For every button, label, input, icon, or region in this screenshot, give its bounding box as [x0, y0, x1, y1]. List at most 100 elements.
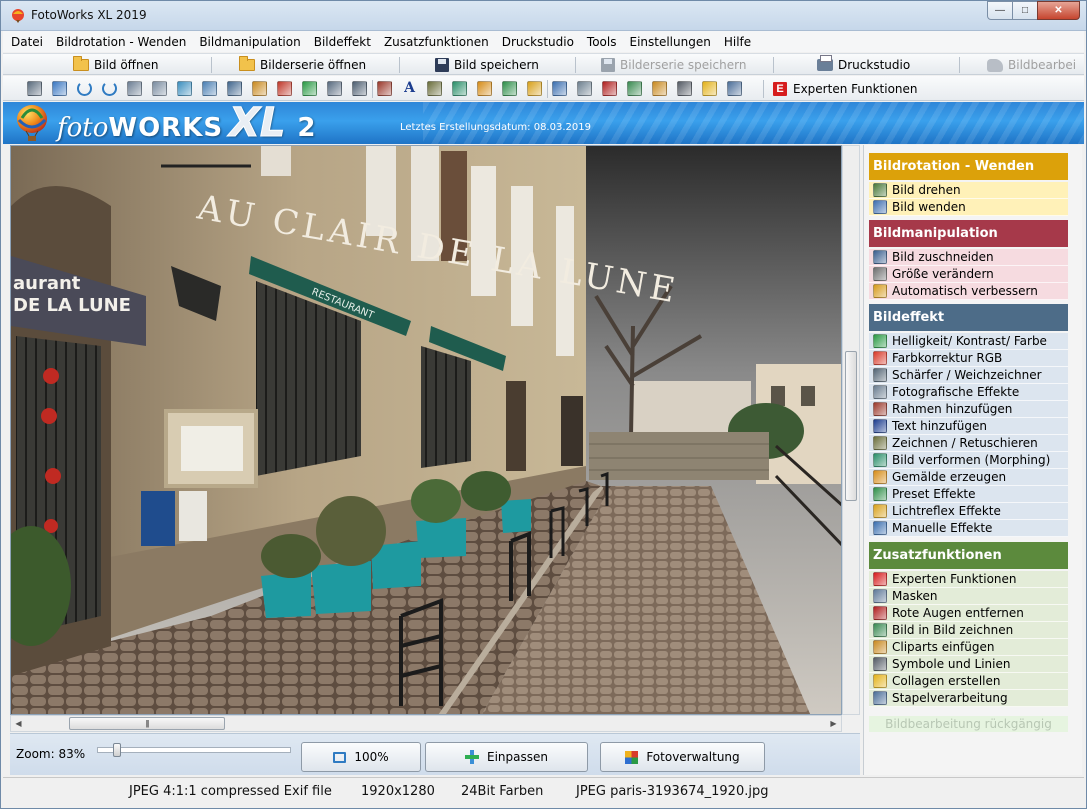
save-image-button[interactable]: Bild speichern	[435, 56, 539, 74]
panel-item-2-11[interactable]: Manuelle Effekte	[869, 520, 1068, 537]
sign-text-1: aurant	[13, 273, 81, 294]
expert-functions-button[interactable]: E Experten Funktionen	[773, 79, 918, 99]
rotate-left-icon[interactable]	[77, 81, 92, 96]
image-edit-button[interactable]: Bildbearbei	[987, 56, 1076, 74]
panel-item-2-9[interactable]: Preset Effekte	[869, 486, 1068, 503]
red-eye-icon[interactable]	[602, 81, 617, 96]
preset-icon	[873, 487, 887, 501]
scissors-icon[interactable]	[202, 81, 217, 96]
toolbar-separator	[399, 57, 400, 73]
retouch-icon[interactable]	[427, 81, 442, 96]
section-header-2[interactable]: Bildeffekt	[869, 304, 1068, 331]
section-header-0[interactable]: Bildrotation - Wenden	[869, 153, 1068, 180]
magic-wand-icon[interactable]	[252, 81, 267, 96]
manual-icon[interactable]	[552, 81, 567, 96]
scroll-left-icon[interactable]: ◀	[11, 716, 26, 731]
lightreflex-icon[interactable]	[527, 81, 542, 96]
zoom-100-button[interactable]: 100%	[301, 742, 421, 772]
menu-datei[interactable]: Datei	[11, 35, 43, 49]
camera-icon[interactable]	[352, 81, 367, 96]
preset-icon[interactable]	[502, 81, 517, 96]
resize-icon[interactable]	[227, 81, 242, 96]
panel-item-3-2[interactable]: Rote Augen entfernen	[869, 605, 1068, 622]
text-icon[interactable]: A	[402, 81, 417, 96]
menu-bildrotation[interactable]: Bildrotation - Wenden	[56, 35, 186, 49]
panel-item-2-1[interactable]: Farbkorrektur RGB	[869, 350, 1068, 367]
zoom-slider[interactable]	[97, 743, 291, 761]
photo-manager-button[interactable]: Fotoverwaltung	[600, 742, 765, 772]
menu-bildmanipulation[interactable]: Bildmanipulation	[199, 35, 300, 49]
panel-item-2-0[interactable]: Helligkeit/ Kontrast/ Farbe	[869, 333, 1068, 350]
title-bar[interactable]: FotoWorks XL 2019 — □ ✕	[1, 1, 1086, 31]
app-window: FotoWorks XL 2019 — □ ✕ Datei Bildrotati…	[0, 0, 1087, 809]
panel-item-label: Automatisch verbessern	[892, 284, 1038, 298]
zoom-slider-thumb[interactable]	[113, 743, 121, 757]
clipart-icon[interactable]	[652, 81, 667, 96]
wave-icon[interactable]	[177, 81, 192, 96]
menu-hilfe[interactable]: Hilfe	[724, 35, 751, 49]
panel-item-3-3[interactable]: Bild in Bild zeichnen	[869, 622, 1068, 639]
picture-in-picture-icon[interactable]	[627, 81, 642, 96]
resize-corner-icon[interactable]	[52, 81, 67, 96]
sharpen-icon[interactable]	[327, 81, 342, 96]
panel-item-label: Zeichnen / Retuschieren	[892, 436, 1038, 450]
close-button[interactable]: ✕	[1037, 1, 1080, 20]
scroll-right-icon[interactable]: ▶	[826, 716, 841, 731]
menu-zusatzfunktionen[interactable]: Zusatzfunktionen	[384, 35, 489, 49]
section-header-3[interactable]: Zusatzfunktionen	[869, 542, 1068, 569]
panel-item-3-4[interactable]: Cliparts einfügen	[869, 639, 1068, 656]
minimize-button[interactable]: —	[987, 1, 1013, 20]
panel-item-3-1[interactable]: Masken	[869, 588, 1068, 605]
color-icon[interactable]	[302, 81, 317, 96]
collage-icon[interactable]	[702, 81, 717, 96]
panel-item-2-8[interactable]: Gemälde erzeugen	[869, 469, 1068, 486]
paint-icon[interactable]	[477, 81, 492, 96]
save-series-button[interactable]: Bilderserie speichern	[601, 56, 746, 74]
symbols-icon[interactable]	[677, 81, 692, 96]
flip-icon[interactable]	[152, 81, 167, 96]
horizontal-scroll-thumb[interactable]: |||	[69, 717, 225, 730]
panel-item-3-7[interactable]: Stapelverarbeitung	[869, 690, 1068, 707]
crop-corner-icon[interactable]	[27, 81, 42, 96]
panel-item-2-5[interactable]: Text hinzufügen	[869, 418, 1068, 435]
panel-item-1-0[interactable]: Bild zuschneiden	[869, 249, 1068, 266]
rotate-right-icon[interactable]	[102, 81, 117, 96]
undo-edit-button[interactable]: Bildbearbeitung rückgängig	[869, 716, 1068, 732]
panel-item-2-3[interactable]: Fotografische Effekte	[869, 384, 1068, 401]
panel-item-3-0[interactable]: Experten Funktionen	[869, 571, 1068, 588]
open-image-button[interactable]: Bild öffnen	[73, 56, 159, 74]
morph-icon[interactable]	[452, 81, 467, 96]
panel-item-1-2[interactable]: Automatisch verbessern	[869, 283, 1068, 300]
image-canvas[interactable]: AU CLAIR DE LA LUNE RESTAURANT aurant DE…	[10, 145, 842, 715]
horizontal-scrollbar[interactable]: ◀ ||| ▶	[10, 715, 842, 732]
mask-icon[interactable]	[577, 81, 592, 96]
mirror-icon[interactable]	[127, 81, 142, 96]
print-studio-button[interactable]: Druckstudio	[817, 55, 910, 74]
open-series-button[interactable]: Bilderserie öffnen	[239, 56, 366, 74]
status-color-depth: 24Bit Farben	[461, 784, 544, 799]
panel-item-0-0[interactable]: Bild drehen	[869, 182, 1068, 199]
panel-item-2-6[interactable]: Zeichnen / Retuschieren	[869, 435, 1068, 452]
vertical-scrollbar[interactable]	[842, 145, 860, 715]
section-header-1[interactable]: Bildmanipulation	[869, 220, 1068, 247]
panel-item-2-7[interactable]: Bild verformen (Morphing)	[869, 452, 1068, 469]
batch-icon	[873, 691, 887, 705]
brightness-icon[interactable]	[277, 81, 292, 96]
panel-item-1-1[interactable]: Größe verändern	[869, 266, 1068, 283]
panel-item-2-2[interactable]: Schärfer / Weichzeichner	[869, 367, 1068, 384]
flip-image-icon	[873, 200, 887, 214]
panel-item-2-10[interactable]: Lichtreflex Effekte	[869, 503, 1068, 520]
menu-bildeffekt[interactable]: Bildeffekt	[314, 35, 371, 49]
menu-einstellungen[interactable]: Einstellungen	[629, 35, 710, 49]
maximize-button[interactable]: □	[1012, 1, 1038, 20]
panel-item-0-1[interactable]: Bild wenden	[869, 199, 1068, 216]
panel-item-3-6[interactable]: Collagen erstellen	[869, 673, 1068, 690]
panel-item-3-5[interactable]: Symbole und Linien	[869, 656, 1068, 673]
fit-button[interactable]: Einpassen	[425, 742, 588, 772]
vertical-scroll-thumb[interactable]	[845, 351, 857, 501]
menu-druckstudio[interactable]: Druckstudio	[502, 35, 574, 49]
frame-icon[interactable]	[377, 81, 392, 96]
batch-icon[interactable]	[727, 81, 742, 96]
menu-tools[interactable]: Tools	[587, 35, 617, 49]
panel-item-2-4[interactable]: Rahmen hinzufügen	[869, 401, 1068, 418]
